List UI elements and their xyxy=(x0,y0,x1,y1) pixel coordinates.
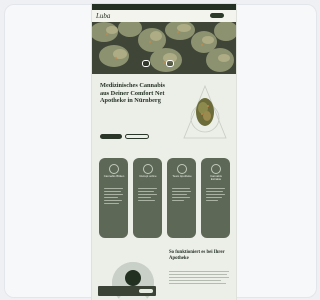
team-icon xyxy=(177,164,187,174)
cannabis-bud-illustration xyxy=(183,84,227,139)
main-navigation: Luba xyxy=(92,10,236,22)
nav-cta-button[interactable] xyxy=(210,13,224,18)
service-card-title: Team Apotheke xyxy=(172,174,192,178)
text-line xyxy=(104,188,123,189)
site-logo[interactable]: Luba xyxy=(96,12,110,20)
text-line xyxy=(172,197,190,198)
text-line xyxy=(206,194,225,195)
cookie-banner xyxy=(98,286,156,296)
leaf-icon xyxy=(109,164,119,174)
text-line xyxy=(169,283,226,284)
text-line xyxy=(172,191,191,192)
hero-button-1[interactable] xyxy=(142,60,150,67)
hero-button-2[interactable] xyxy=(166,60,174,67)
text-line xyxy=(172,200,184,201)
prescription-icon xyxy=(143,164,153,174)
service-cards: Cannabis Blüten Rezept online Team Apoth… xyxy=(99,158,231,238)
hero-image xyxy=(92,22,236,74)
text-line xyxy=(206,200,218,201)
cannabis-buds-photo xyxy=(92,22,236,74)
service-card-title: Cannabis Extrakte xyxy=(210,174,222,182)
text-line xyxy=(104,203,119,204)
service-card-2[interactable]: Rezept online xyxy=(133,158,162,238)
text-line xyxy=(138,200,155,201)
service-card-4[interactable]: Cannabis Extrakte xyxy=(201,158,230,238)
text-line xyxy=(138,197,151,198)
text-line xyxy=(172,188,190,189)
text-line xyxy=(172,194,187,195)
text-line xyxy=(104,191,121,192)
text-line xyxy=(104,197,118,198)
text-line xyxy=(138,191,154,192)
secondary-button[interactable] xyxy=(125,134,149,139)
text-line xyxy=(206,188,225,189)
text-line xyxy=(169,274,227,275)
service-card-3[interactable]: Team Apotheke xyxy=(167,158,196,238)
cookie-accept-button[interactable] xyxy=(139,288,153,293)
drop-icon xyxy=(211,164,221,174)
service-card-title: Rezept online xyxy=(139,174,157,178)
text-line xyxy=(169,280,221,281)
text-line xyxy=(206,197,222,198)
page-headline: Medizinisches Cannabis aus Deiner Comfor… xyxy=(100,82,165,105)
website-preview[interactable]: Luba Medizinisches Cannabis aus Deiner C… xyxy=(92,4,236,300)
section-title: So funktioniert es bei Ihrer Apotheke xyxy=(169,250,225,261)
text-line xyxy=(169,271,229,272)
text-line xyxy=(138,194,157,195)
service-card-1[interactable]: Cannabis Blüten xyxy=(99,158,128,238)
service-card-title: Cannabis Blüten xyxy=(103,174,125,178)
text-line xyxy=(138,188,157,189)
text-line xyxy=(206,191,223,192)
primary-button[interactable] xyxy=(100,134,122,139)
text-line xyxy=(169,277,229,278)
text-line xyxy=(104,200,122,201)
text-line xyxy=(104,194,123,195)
